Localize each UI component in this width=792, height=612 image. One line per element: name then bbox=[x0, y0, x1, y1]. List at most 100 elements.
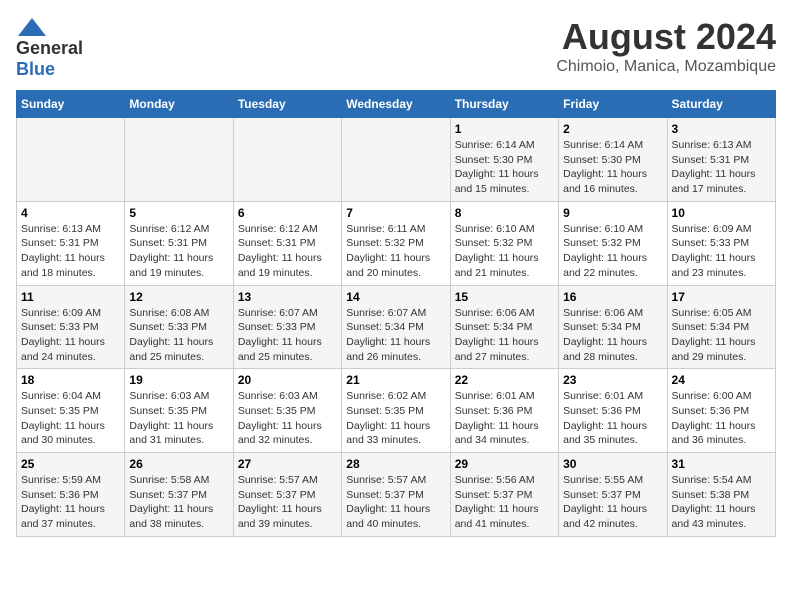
day-info: Sunrise: 6:10 AM Sunset: 5:32 PM Dayligh… bbox=[455, 222, 554, 281]
day-number: 14 bbox=[346, 290, 445, 304]
day-info: Sunrise: 6:07 AM Sunset: 5:33 PM Dayligh… bbox=[238, 306, 337, 365]
day-info: Sunrise: 6:00 AM Sunset: 5:36 PM Dayligh… bbox=[672, 389, 771, 448]
calendar-cell: 14 Sunrise: 6:07 AM Sunset: 5:34 PM Dayli… bbox=[342, 285, 450, 369]
day-info: Sunrise: 6:10 AM Sunset: 5:32 PM Dayligh… bbox=[563, 222, 662, 281]
col-header-saturday: Saturday bbox=[667, 91, 775, 118]
calendar-cell: 10 Sunrise: 6:09 AM Sunset: 5:33 PM Dayli… bbox=[667, 201, 775, 285]
day-info: Sunrise: 5:59 AM Sunset: 5:36 PM Dayligh… bbox=[21, 473, 120, 532]
day-number: 7 bbox=[346, 206, 445, 220]
day-info: Sunrise: 5:57 AM Sunset: 5:37 PM Dayligh… bbox=[238, 473, 337, 532]
logo: General Blue bbox=[16, 16, 83, 80]
day-number: 8 bbox=[455, 206, 554, 220]
day-info: Sunrise: 6:14 AM Sunset: 5:30 PM Dayligh… bbox=[563, 138, 662, 197]
col-header-wednesday: Wednesday bbox=[342, 91, 450, 118]
calendar-cell: 15Sunrise: 6:06 AM Sunset: 5:34 PM Dayli… bbox=[450, 285, 558, 369]
day-number: 3 bbox=[672, 122, 771, 136]
page-title: August 2024 bbox=[556, 16, 776, 58]
calendar-cell bbox=[342, 118, 450, 202]
day-number: 20 bbox=[238, 373, 337, 387]
day-number: 22 bbox=[455, 373, 554, 387]
day-info: Sunrise: 5:57 AM Sunset: 5:37 PM Dayligh… bbox=[346, 473, 445, 532]
calendar-cell: 29Sunrise: 5:56 AM Sunset: 5:37 PM Dayli… bbox=[450, 453, 558, 537]
day-number: 15 bbox=[455, 290, 554, 304]
calendar-cell: 26Sunrise: 5:58 AM Sunset: 5:37 PM Dayli… bbox=[125, 453, 233, 537]
day-info: Sunrise: 6:03 AM Sunset: 5:35 PM Dayligh… bbox=[129, 389, 228, 448]
day-info: Sunrise: 6:09 AM Sunset: 5:33 PM Dayligh… bbox=[21, 306, 120, 365]
day-info: Sunrise: 6:03 AM Sunset: 5:35 PM Dayligh… bbox=[238, 389, 337, 448]
day-info: Sunrise: 6:12 AM Sunset: 5:31 PM Dayligh… bbox=[129, 222, 228, 281]
day-number: 5 bbox=[129, 206, 228, 220]
day-info: Sunrise: 5:55 AM Sunset: 5:37 PM Dayligh… bbox=[563, 473, 662, 532]
day-info: Sunrise: 6:08 AM Sunset: 5:33 PM Dayligh… bbox=[129, 306, 228, 365]
calendar-cell bbox=[233, 118, 341, 202]
day-number: 1 bbox=[455, 122, 554, 136]
calendar-week-row: 25 Sunrise: 5:59 AM Sunset: 5:36 PM Dayli… bbox=[17, 453, 776, 537]
calendar-cell: 18 Sunrise: 6:04 AM Sunset: 5:35 PM Dayli… bbox=[17, 369, 125, 453]
day-info: Sunrise: 6:01 AM Sunset: 5:36 PM Dayligh… bbox=[563, 389, 662, 448]
day-number: 16 bbox=[563, 290, 662, 304]
logo-blue-text: Blue bbox=[16, 59, 55, 80]
calendar-cell: 31Sunrise: 5:54 AM Sunset: 5:38 PM Dayli… bbox=[667, 453, 775, 537]
calendar-week-row: 4 Sunrise: 6:13 AM Sunset: 5:31 PM Daylig… bbox=[17, 201, 776, 285]
col-header-thursday: Thursday bbox=[450, 91, 558, 118]
day-info: Sunrise: 6:02 AM Sunset: 5:35 PM Dayligh… bbox=[346, 389, 445, 448]
day-number: 10 bbox=[672, 206, 771, 220]
calendar-cell: 23Sunrise: 6:01 AM Sunset: 5:36 PM Dayli… bbox=[559, 369, 667, 453]
col-header-friday: Friday bbox=[559, 91, 667, 118]
calendar-week-row: 11 Sunrise: 6:09 AM Sunset: 5:33 PM Dayli… bbox=[17, 285, 776, 369]
day-number: 30 bbox=[563, 457, 662, 471]
day-number: 25 bbox=[21, 457, 120, 471]
day-info: Sunrise: 6:11 AM Sunset: 5:32 PM Dayligh… bbox=[346, 222, 445, 281]
day-number: 6 bbox=[238, 206, 337, 220]
day-info: Sunrise: 6:04 AM Sunset: 5:35 PM Dayligh… bbox=[21, 389, 120, 448]
calendar-cell: 7 Sunrise: 6:11 AM Sunset: 5:32 PM Daylig… bbox=[342, 201, 450, 285]
day-info: Sunrise: 6:13 AM Sunset: 5:31 PM Dayligh… bbox=[21, 222, 120, 281]
day-info: Sunrise: 6:09 AM Sunset: 5:33 PM Dayligh… bbox=[672, 222, 771, 281]
calendar-cell: 2 Sunrise: 6:14 AM Sunset: 5:30 PM Daylig… bbox=[559, 118, 667, 202]
day-number: 29 bbox=[455, 457, 554, 471]
day-number: 21 bbox=[346, 373, 445, 387]
calendar-cell bbox=[125, 118, 233, 202]
page-header: General Blue August 2024 Chimoio, Manica… bbox=[16, 16, 776, 80]
day-number: 2 bbox=[563, 122, 662, 136]
calendar-cell: 13Sunrise: 6:07 AM Sunset: 5:33 PM Dayli… bbox=[233, 285, 341, 369]
calendar-cell: 27 Sunrise: 5:57 AM Sunset: 5:37 PM Dayli… bbox=[233, 453, 341, 537]
day-info: Sunrise: 6:07 AM Sunset: 5:34 PM Dayligh… bbox=[346, 306, 445, 365]
calendar-cell: 11 Sunrise: 6:09 AM Sunset: 5:33 PM Dayli… bbox=[17, 285, 125, 369]
day-number: 31 bbox=[672, 457, 771, 471]
title-section: August 2024 Chimoio, Manica, Mozambique bbox=[556, 16, 776, 76]
day-number: 17 bbox=[672, 290, 771, 304]
calendar-cell: 28 Sunrise: 5:57 AM Sunset: 5:37 PM Dayli… bbox=[342, 453, 450, 537]
day-number: 9 bbox=[563, 206, 662, 220]
day-number: 27 bbox=[238, 457, 337, 471]
calendar-cell: 17 Sunrise: 6:05 AM Sunset: 5:34 PM Dayli… bbox=[667, 285, 775, 369]
logo-general-text: General bbox=[16, 38, 83, 59]
calendar-cell: 8 Sunrise: 6:10 AM Sunset: 5:32 PM Daylig… bbox=[450, 201, 558, 285]
day-info: Sunrise: 6:05 AM Sunset: 5:34 PM Dayligh… bbox=[672, 306, 771, 365]
day-number: 26 bbox=[129, 457, 228, 471]
col-header-sunday: Sunday bbox=[17, 91, 125, 118]
calendar-cell: 6Sunrise: 6:12 AM Sunset: 5:31 PM Daylig… bbox=[233, 201, 341, 285]
day-info: Sunrise: 6:06 AM Sunset: 5:34 PM Dayligh… bbox=[563, 306, 662, 365]
day-number: 28 bbox=[346, 457, 445, 471]
day-info: Sunrise: 6:01 AM Sunset: 5:36 PM Dayligh… bbox=[455, 389, 554, 448]
day-number: 11 bbox=[21, 290, 120, 304]
col-header-monday: Monday bbox=[125, 91, 233, 118]
calendar-header-row: SundayMondayTuesdayWednesdayThursdayFrid… bbox=[17, 91, 776, 118]
day-info: Sunrise: 6:14 AM Sunset: 5:30 PM Dayligh… bbox=[455, 138, 554, 197]
day-number: 19 bbox=[129, 373, 228, 387]
calendar-week-row: 18 Sunrise: 6:04 AM Sunset: 5:35 PM Dayli… bbox=[17, 369, 776, 453]
calendar-cell: 1 Sunrise: 6:14 AM Sunset: 5:30 PM Daylig… bbox=[450, 118, 558, 202]
calendar-cell: 22 Sunrise: 6:01 AM Sunset: 5:36 PM Dayli… bbox=[450, 369, 558, 453]
day-number: 18 bbox=[21, 373, 120, 387]
calendar-cell: 12 Sunrise: 6:08 AM Sunset: 5:33 PM Dayli… bbox=[125, 285, 233, 369]
day-number: 4 bbox=[21, 206, 120, 220]
calendar-table: SundayMondayTuesdayWednesdayThursdayFrid… bbox=[16, 90, 776, 537]
calendar-cell: 21 Sunrise: 6:02 AM Sunset: 5:35 PM Dayli… bbox=[342, 369, 450, 453]
day-number: 12 bbox=[129, 290, 228, 304]
logo-icon bbox=[16, 16, 48, 38]
calendar-cell: 30 Sunrise: 5:55 AM Sunset: 5:37 PM Dayli… bbox=[559, 453, 667, 537]
calendar-cell: 4 Sunrise: 6:13 AM Sunset: 5:31 PM Daylig… bbox=[17, 201, 125, 285]
calendar-week-row: 1 Sunrise: 6:14 AM Sunset: 5:30 PM Daylig… bbox=[17, 118, 776, 202]
calendar-cell: 24Sunrise: 6:00 AM Sunset: 5:36 PM Dayli… bbox=[667, 369, 775, 453]
